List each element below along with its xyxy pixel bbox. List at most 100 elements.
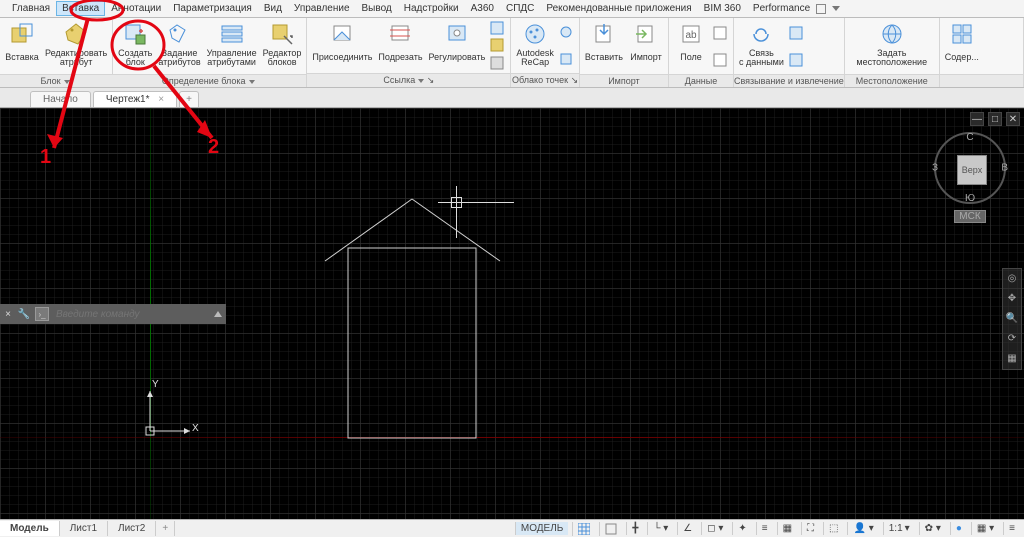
status-dot-icon[interactable]: ● [950,522,967,535]
nav-pan-icon[interactable]: ✥ [1005,292,1019,306]
menu-manage[interactable]: Управление [288,1,356,16]
nav-wheel-icon[interactable]: ◎ [1005,272,1019,286]
menu-insert[interactable]: Вставка [56,1,105,16]
clip-btn[interactable]: Подрезать [375,20,425,69]
menu-parametric[interactable]: Параметризация [167,1,258,16]
menu-addons[interactable]: Надстройки [398,1,465,16]
viewcube-n[interactable]: С [966,132,973,143]
add-tab-btn[interactable]: + [179,91,199,107]
ucs-y-label: Y [152,379,159,390]
nav-zoom-icon[interactable]: 🔍 [1005,312,1019,326]
recap-btn[interactable]: Autodesk ReCap [513,20,557,69]
sheet2-tab[interactable]: Лист2 [108,521,156,536]
status-plus-icon[interactable]: ╋ [626,522,643,535]
command-line[interactable]: × 🔧 ›_ [0,304,226,324]
edit-attr-btn[interactable]: Редактировать атрибут [42,20,110,69]
data-icon-2[interactable] [713,53,729,69]
add-layout-btn[interactable]: + [156,521,175,536]
viewcube-face[interactable]: Верх [957,155,987,185]
status-person-icon[interactable]: 👤 ▾ [847,522,878,535]
import-icon [633,21,659,47]
link-icon-1[interactable] [789,26,805,42]
link-icon-2[interactable] [789,53,805,69]
menu-output[interactable]: Вывод [356,1,398,16]
canvas-close-btn[interactable]: ✕ [1006,112,1020,126]
panel-location-title: Местоположение [845,74,939,87]
nav-showmotion-icon[interactable]: ▦ [1005,352,1019,366]
manage-attrs-btn[interactable]: Управление атрибутами [204,20,260,69]
status-transparency-icon[interactable]: ▦ [777,522,797,535]
status-snap-icon[interactable] [599,522,622,536]
import-btn[interactable]: Импорт [626,20,666,69]
create-block-label: Создать блок [118,48,152,68]
viewcube-s[interactable]: Ю [965,193,975,204]
sheet1-tab[interactable]: Лист1 [60,521,108,536]
canvas-minimize-btn[interactable]: — [970,112,984,126]
attach-btn[interactable]: Присоединить [309,20,375,69]
status-osnap-icon[interactable]: ◻ ▾ [701,522,728,535]
status-scale[interactable]: 1:1 ▾ [883,522,915,535]
status-selection-icon[interactable]: ⬚ [823,522,843,535]
menu-spds[interactable]: СПДС [500,1,540,16]
attach-label: Присоединить [312,48,372,68]
status-lineweight-icon[interactable]: ≡ [756,522,773,535]
xref-icon-2[interactable] [490,38,506,54]
status-grid-icon[interactable] [572,522,595,536]
panel-linking-title: Связывание и извлечение [734,74,844,87]
model-tab[interactable]: Модель [0,521,60,536]
status-menu-icon[interactable]: ≡ [1003,522,1020,535]
cloud-icon-1[interactable] [559,25,575,41]
panel-blockdef-title[interactable]: Определение блока [110,74,306,87]
panel-cloud-title[interactable]: Облако точек ↘ [511,73,579,87]
insert-btn[interactable]: Вставка [2,20,42,69]
content-btn[interactable]: Содер... [942,20,982,69]
viewcube-mck[interactable]: МСК [954,210,985,223]
cmd-settings-icon[interactable]: 🔧 [16,309,32,320]
insert2-btn[interactable]: Вставить [582,20,626,69]
cmd-history-icon[interactable] [214,311,222,317]
menu-annotations[interactable]: Аннотации [105,1,167,16]
link-data-btn[interactable]: Связь с данными [736,20,787,69]
status-3dosnap-icon[interactable]: ⛶ [801,522,819,535]
close-tab-icon[interactable]: × [158,94,164,105]
create-block-btn[interactable]: Создать блок [115,20,155,69]
panel-block-title[interactable]: Блок [0,74,110,87]
menu-a360[interactable]: A360 [465,1,500,16]
data-icon-1[interactable] [713,26,729,42]
canvas-maximize-btn[interactable]: □ [988,112,1002,126]
status-model[interactable]: МОДЕЛЬ [515,522,568,535]
status-osnap3d-icon[interactable]: ✦ [732,522,751,535]
menu-view[interactable]: Вид [258,1,288,16]
status-iso-icon[interactable]: ▦ ▾ [971,522,999,535]
xref-icon-1[interactable] [490,21,506,37]
drawing1-tab[interactable]: Чертеж1* × [93,91,177,107]
menu-performance[interactable]: Performance [747,1,816,16]
field-btn[interactable]: ab Поле [671,20,711,69]
adjust-btn[interactable]: Регулировать [426,20,489,69]
start-tab[interactable]: Начало [30,91,91,107]
menu-extra-icon[interactable] [816,4,826,14]
adjust-icon [444,21,470,47]
block-editor-btn[interactable]: Редактор блоков [260,20,305,69]
panel-link-title[interactable]: Ссылка ↘ [307,73,510,87]
viewcube-e[interactable]: В [1001,163,1008,174]
set-location-btn[interactable]: Задать местоположение [847,20,937,69]
set-attrs-btn[interactable]: Задание атрибутов [155,20,203,69]
cmd-close-btn[interactable]: × [0,309,16,320]
cmd-input[interactable] [52,307,210,322]
cloud-icon-2[interactable] [559,52,575,68]
adjust-label: Регулировать [429,48,486,68]
status-gear-icon[interactable]: ✿ ▾ [919,522,946,535]
status-polar-icon[interactable]: ∠ [677,522,697,535]
nav-orbit-icon[interactable]: ⟳ [1005,332,1019,346]
menu-dropdown-icon[interactable] [832,6,840,11]
menu-bim360[interactable]: BIM 360 [698,1,747,16]
status-ortho-icon[interactable]: └ ▾ [647,522,673,535]
tag-icon [63,21,89,47]
menu-recommended[interactable]: Рекомендованные приложения [540,1,697,16]
viewcube-w[interactable]: З [932,163,938,174]
globe-icon [879,21,905,47]
xref-icon-3[interactable] [490,56,506,72]
menu-main[interactable]: Главная [6,1,56,16]
viewcube[interactable]: С Ю В З Верх МСК [930,132,1010,242]
